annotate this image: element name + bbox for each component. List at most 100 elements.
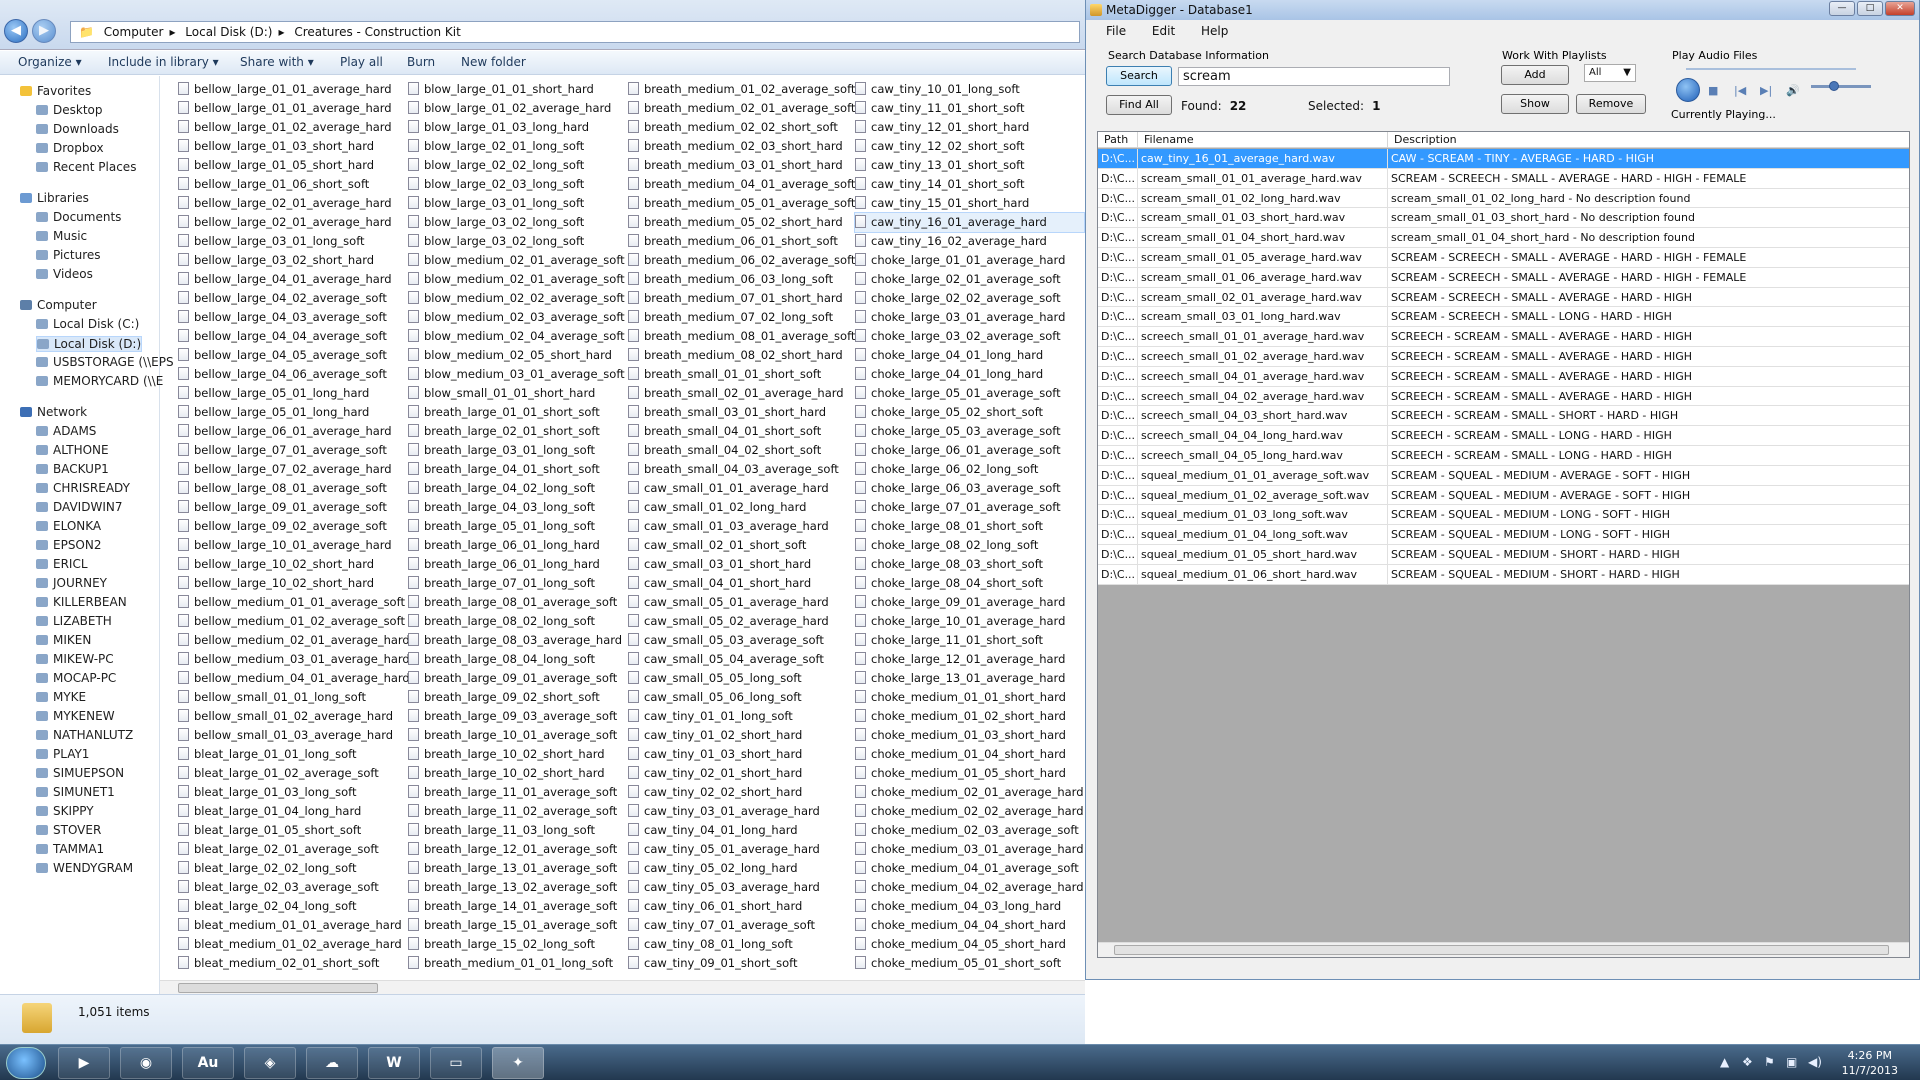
file-item[interactable]: blow_large_01_01_short_hard <box>408 80 625 99</box>
taskbar-metadigger-icon[interactable]: ✦ <box>492 1047 544 1079</box>
file-item[interactable]: choke_large_07_01_average_soft <box>855 498 1084 517</box>
file-item[interactable]: choke_medium_02_03_average_soft <box>855 821 1084 840</box>
file-item[interactable]: choke_medium_01_04_short_hard <box>855 745 1084 764</box>
play-all-button[interactable]: Play all <box>340 55 383 69</box>
nav-item-mikew-pc[interactable]: MIKEW-PC <box>36 652 114 666</box>
file-item[interactable]: choke_large_05_01_average_soft <box>855 384 1084 403</box>
file-item[interactable]: bellow_large_10_02_short_hard <box>178 574 410 593</box>
nav-item-davidwin7[interactable]: DAVIDWIN7 <box>36 500 122 514</box>
file-item[interactable]: breath_large_12_01_average_soft <box>408 840 625 859</box>
start-button[interactable] <box>6 1047 46 1079</box>
nav-item-tamma1[interactable]: TAMMA1 <box>36 842 104 856</box>
nav-item-downloads[interactable]: Downloads <box>36 122 119 136</box>
file-item[interactable]: breath_large_06_01_long_hard <box>408 555 625 574</box>
file-item[interactable]: breath_medium_06_01_short_soft <box>628 232 855 251</box>
file-item[interactable]: breath_large_10_02_short_hard <box>408 764 625 783</box>
table-row[interactable]: D:\C... screech_small_01_01_average_hard.… <box>1098 327 1909 347</box>
file-item[interactable]: caw_small_05_03_average_soft <box>628 631 855 650</box>
seek-bar[interactable] <box>1686 68 1856 70</box>
file-item[interactable]: caw_small_04_01_short_hard <box>628 574 855 593</box>
file-item[interactable]: bleat_large_01_05_short_soft <box>178 821 410 840</box>
breadcrumb-creatures[interactable]: Creatures - Construction Kit <box>294 25 461 39</box>
file-item[interactable]: bellow_large_01_05_short_hard <box>178 156 410 175</box>
file-item[interactable]: breath_small_04_01_short_soft <box>628 422 855 441</box>
new-folder-button[interactable]: New folder <box>461 55 526 69</box>
file-item[interactable]: caw_tiny_12_01_short_hard <box>855 118 1084 137</box>
file-item[interactable]: choke_medium_03_01_average_hard <box>855 840 1084 859</box>
file-item[interactable]: caw_tiny_14_01_short_soft <box>855 175 1084 194</box>
file-item[interactable]: breath_medium_02_01_average_soft <box>628 99 855 118</box>
nav-item-simunet1[interactable]: SIMUNET1 <box>36 785 115 799</box>
taskbar-messenger-icon[interactable]: ☁ <box>306 1047 358 1079</box>
include-in-library-button[interactable]: Include in library ▾ <box>108 55 219 69</box>
file-item[interactable]: caw_tiny_05_02_long_hard <box>628 859 855 878</box>
table-row[interactable]: D:\C... scream_small_02_01_average_hard.w… <box>1098 287 1909 308</box>
file-item[interactable]: breath_large_10_02_short_hard <box>408 745 625 764</box>
file-item[interactable]: blow_large_02_02_long_soft <box>408 156 625 175</box>
file-item[interactable]: choke_large_03_01_average_hard <box>855 308 1084 327</box>
file-item[interactable]: breath_large_13_01_average_soft <box>408 859 625 878</box>
nav-item-miken[interactable]: MIKEN <box>36 633 91 647</box>
file-item[interactable]: breath_large_11_02_average_soft <box>408 802 625 821</box>
file-item[interactable]: choke_medium_01_05_short_hard <box>855 764 1084 783</box>
file-item[interactable]: breath_large_04_03_long_soft <box>408 498 625 517</box>
file-item[interactable]: choke_large_05_03_average_soft <box>855 422 1084 441</box>
table-row[interactable]: D:\C... squeal_medium_01_06_short_hard.wa… <box>1098 564 1909 585</box>
file-item[interactable]: blow_large_01_03_long_hard <box>408 118 625 137</box>
forward-button[interactable]: ▶ <box>32 19 56 43</box>
file-item[interactable]: choke_large_06_03_average_soft <box>855 479 1084 498</box>
file-item[interactable]: breath_medium_08_02_short_hard <box>628 346 855 365</box>
file-item[interactable]: caw_tiny_01_03_short_hard <box>628 745 855 764</box>
file-item[interactable]: breath_medium_01_01_long_soft <box>408 954 625 973</box>
address-bar[interactable]: 📁 Computer ▸ Local Disk (D:) ▸ Creatures -… <box>70 21 1080 43</box>
file-item[interactable]: breath_large_11_03_long_soft <box>408 821 625 840</box>
nav-item-dropbox[interactable]: Dropbox <box>36 141 104 155</box>
back-button[interactable]: ◀ <box>4 19 28 43</box>
file-item[interactable]: bellow_large_01_03_short_hard <box>178 137 410 156</box>
file-item[interactable]: bleat_large_01_04_long_hard <box>178 802 410 821</box>
file-item[interactable]: breath_large_02_01_short_soft <box>408 422 625 441</box>
file-item[interactable]: caw_tiny_07_01_average_soft <box>628 916 855 935</box>
file-item[interactable]: choke_medium_04_01_average_soft <box>855 859 1084 878</box>
file-item[interactable]: breath_large_11_01_average_soft <box>408 783 625 802</box>
file-item[interactable]: choke_medium_04_04_short_hard <box>855 916 1084 935</box>
stop-icon[interactable]: ■ <box>1708 84 1718 97</box>
file-item[interactable]: choke_medium_01_03_short_hard <box>855 726 1084 745</box>
file-item[interactable]: breath_medium_03_01_short_hard <box>628 156 855 175</box>
file-item[interactable]: caw_small_05_01_average_hard <box>628 593 855 612</box>
table-row[interactable]: D:\C... scream_small_01_01_average_hard.w… <box>1098 168 1909 189</box>
file-item[interactable]: bellow_large_04_05_average_soft <box>178 346 410 365</box>
nav-item-adams[interactable]: ADAMS <box>36 424 96 438</box>
file-item[interactable]: bellow_medium_03_01_average_hard <box>178 650 410 669</box>
file-item[interactable]: caw_tiny_10_01_long_soft <box>855 80 1084 99</box>
scroll-thumb[interactable] <box>1114 945 1889 955</box>
file-item[interactable]: breath_small_04_03_average_soft <box>628 460 855 479</box>
nav-item-myke[interactable]: MYKE <box>36 690 86 704</box>
horizontal-scrollbar[interactable] <box>160 980 1085 994</box>
file-item[interactable]: breath_large_05_01_long_soft <box>408 517 625 536</box>
file-item[interactable]: choke_large_06_02_long_soft <box>855 460 1084 479</box>
find-all-button[interactable]: Find All <box>1106 95 1172 115</box>
column-header-path[interactable]: Path <box>1098 132 1138 148</box>
file-item[interactable]: breath_small_04_02_short_soft <box>628 441 855 460</box>
file-item[interactable]: blow_medium_02_05_short_hard <box>408 346 625 365</box>
nav-item-pictures[interactable]: Pictures <box>36 248 101 262</box>
nav-item-lizabeth[interactable]: LIZABETH <box>36 614 112 628</box>
table-row[interactable]: D:\C... scream_small_01_03_short_hard.wav… <box>1098 208 1909 229</box>
file-item[interactable]: bellow_medium_02_01_average_hard <box>178 631 410 650</box>
file-item[interactable]: bellow_large_09_01_average_soft <box>178 498 410 517</box>
file-item[interactable]: breath_large_08_01_average_soft <box>408 593 625 612</box>
file-item[interactable]: bellow_large_02_01_average_hard <box>178 194 410 213</box>
file-item[interactable]: choke_medium_04_05_short_hard <box>855 935 1084 954</box>
file-item[interactable]: blow_medium_02_01_average_soft <box>408 251 625 270</box>
file-item[interactable]: choke_large_08_03_short_soft <box>855 555 1084 574</box>
file-item[interactable]: breath_medium_02_03_short_hard <box>628 137 855 156</box>
share-with-button[interactable]: Share with ▾ <box>240 55 314 69</box>
file-item[interactable]: bleat_large_02_01_average_soft <box>178 840 410 859</box>
file-item[interactable]: breath_medium_05_02_short_hard <box>628 213 855 232</box>
nav-item-skippy[interactable]: SKIPPY <box>36 804 94 818</box>
clock[interactable]: 4:26 PM 11/7/2013 <box>1842 1048 1898 1078</box>
show-hidden-icons-icon[interactable]: ▲ <box>1720 1055 1729 1069</box>
table-row[interactable]: D:\C... screech_small_04_02_average_hard.… <box>1098 386 1909 407</box>
menu-help[interactable]: Help <box>1201 24 1228 38</box>
